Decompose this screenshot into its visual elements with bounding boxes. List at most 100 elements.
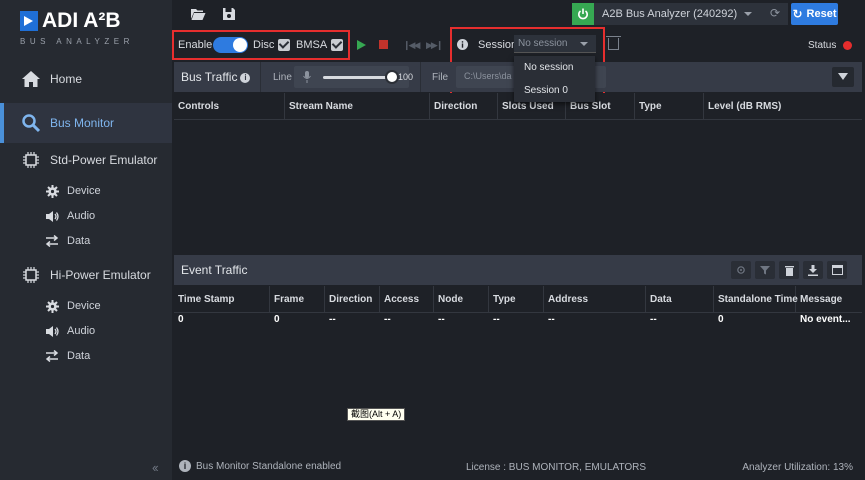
- column-header[interactable]: Access: [380, 286, 434, 313]
- skip-forward-icon[interactable]: ▶▶❙: [426, 40, 443, 51]
- session-option-0[interactable]: Session 0: [514, 80, 595, 101]
- column-header[interactable]: Standalone Time: [714, 286, 798, 313]
- standalone-info: i Bus Monitor Standalone enabled: [179, 460, 341, 472]
- divider: [420, 62, 421, 92]
- sidebar-item-bus-monitor[interactable]: Bus Monitor: [0, 103, 172, 143]
- bus-traffic-title-text: Bus Traffic: [181, 70, 238, 84]
- table-cell: --: [548, 314, 555, 325]
- enable-toggle[interactable]: [213, 37, 248, 53]
- session-value: No session: [518, 38, 568, 49]
- chevron-down-icon: [744, 12, 752, 16]
- sub-item-label: Device: [67, 185, 101, 197]
- session-select[interactable]: No session: [514, 35, 596, 53]
- collapse-sidebar-icon[interactable]: ‹‹: [152, 460, 159, 475]
- standalone-info-text: Bus Monitor Standalone enabled: [196, 460, 342, 472]
- status-label: Status: [808, 40, 837, 51]
- bus-traffic-title: Bus Traffic i: [181, 70, 251, 84]
- search-icon: [20, 112, 42, 134]
- logo-brand: ADI A²B: [42, 9, 121, 32]
- column-header[interactable]: Controls: [174, 93, 285, 120]
- power-icon[interactable]: [572, 3, 594, 25]
- info-icon[interactable]: [457, 39, 468, 53]
- save-icon[interactable]: [222, 7, 238, 21]
- event-traffic-title: Event Traffic: [181, 263, 248, 277]
- column-header[interactable]: Stream Name: [285, 93, 430, 120]
- info-icon[interactable]: i: [240, 73, 251, 83]
- disc-label: Disc: [253, 39, 275, 51]
- chevron-down-icon: [580, 42, 588, 46]
- session-dropdown-menu: No session Session 0: [514, 56, 595, 102]
- hi-sidebar-item-audio[interactable]: Audio: [44, 324, 95, 338]
- table-cell: --: [650, 314, 657, 325]
- column-header[interactable]: Time Stamp: [174, 286, 270, 313]
- session-option-none[interactable]: No session: [514, 57, 595, 78]
- sidebar-item-std-power-emulator[interactable]: Std-Power Emulator: [0, 149, 172, 171]
- gear-icon: [44, 184, 60, 198]
- sidebar-item-label: Hi-Power Emulator: [50, 268, 151, 282]
- column-header[interactable]: Message: [796, 286, 862, 313]
- refresh-icon[interactable]: ⟳: [770, 6, 780, 20]
- hi-sidebar-item-device[interactable]: Device: [44, 299, 101, 313]
- sub-item-label: Audio: [67, 210, 96, 222]
- home-icon: [20, 68, 42, 90]
- column-header[interactable]: Frame: [270, 286, 325, 313]
- status-indicator: [843, 41, 852, 50]
- bmsa-checkbox[interactable]: [331, 39, 343, 51]
- event-traffic-table-header: Time Stamp Frame Direction Access Node T…: [174, 286, 862, 313]
- adi-logo-mark: [20, 11, 38, 31]
- reset-button[interactable]: ↻ Reset: [791, 3, 838, 25]
- status-bar: i Bus Monitor Standalone enabled License…: [172, 454, 865, 480]
- adi-a2b-logo: ADI A²B BUS ANALYZER: [20, 9, 130, 50]
- license-text: License : BUS MONITOR, EMULATORS: [466, 462, 647, 473]
- column-header[interactable]: Data: [646, 286, 714, 313]
- std-sidebar-item-data[interactable]: Data: [44, 234, 90, 248]
- exchange-arrows-icon: [44, 349, 60, 363]
- column-header[interactable]: Address: [544, 286, 646, 313]
- filter-icon[interactable]: [755, 261, 775, 279]
- active-indicator: [0, 103, 4, 143]
- sidebar: ADI A²B BUS ANALYZER Home Bus Monitor St…: [0, 0, 172, 480]
- stop-icon[interactable]: [379, 40, 388, 49]
- volume-slider-track[interactable]: [323, 76, 393, 79]
- sidebar-item-label: Home: [50, 72, 83, 86]
- column-header[interactable]: Level (dB RMS): [704, 93, 862, 120]
- speaker-icon: [44, 209, 60, 223]
- volume-slider-handle[interactable]: [385, 70, 399, 84]
- column-header[interactable]: Direction: [325, 286, 380, 313]
- sidebar-item-hi-power-emulator[interactable]: Hi-Power Emulator: [0, 264, 172, 286]
- target-icon[interactable]: [731, 261, 751, 279]
- hi-sidebar-item-data[interactable]: Data: [44, 349, 90, 363]
- play-icon[interactable]: [357, 40, 366, 50]
- sub-item-label: Data: [67, 350, 91, 362]
- folder-open-icon[interactable]: [190, 7, 206, 21]
- sub-item-label: Audio: [67, 325, 96, 337]
- analyzer-name: A2B Bus Analyzer (240292): [602, 8, 738, 20]
- column-header[interactable]: Type: [489, 286, 544, 313]
- column-header[interactable]: Type: [635, 93, 704, 120]
- sidebar-item-label: Bus Monitor: [50, 116, 115, 130]
- std-sidebar-item-audio[interactable]: Audio: [44, 209, 95, 223]
- disc-checkbox[interactable]: [278, 39, 290, 51]
- table-cell: No event...: [800, 314, 851, 325]
- table-cell: 0: [178, 314, 184, 325]
- download-icon[interactable]: [803, 261, 823, 279]
- filter-button[interactable]: [832, 67, 854, 87]
- bus-traffic-table: Controls Stream Name Direction Slots Use…: [174, 93, 862, 253]
- info-icon: i: [179, 460, 191, 472]
- analyzer-select[interactable]: A2B Bus Analyzer (240292) ⟳: [572, 3, 788, 25]
- trash-icon[interactable]: [779, 261, 799, 279]
- table-cell: 0: [718, 314, 724, 325]
- volume-value: 100: [398, 72, 414, 82]
- window-maximize-icon[interactable]: [827, 261, 847, 279]
- trash-icon[interactable]: [606, 36, 621, 50]
- gear-icon: [44, 299, 60, 313]
- sidebar-item-home[interactable]: Home: [0, 66, 172, 92]
- skip-back-icon[interactable]: ❙◀◀: [403, 40, 420, 51]
- table-cell: --: [438, 314, 445, 325]
- column-header[interactable]: Node: [434, 286, 489, 313]
- column-header[interactable]: Direction: [430, 93, 498, 120]
- reset-icon: ↻: [792, 7, 803, 21]
- table-cell: --: [384, 314, 391, 325]
- std-sidebar-item-device[interactable]: Device: [44, 184, 101, 198]
- sub-item-label: Device: [67, 300, 101, 312]
